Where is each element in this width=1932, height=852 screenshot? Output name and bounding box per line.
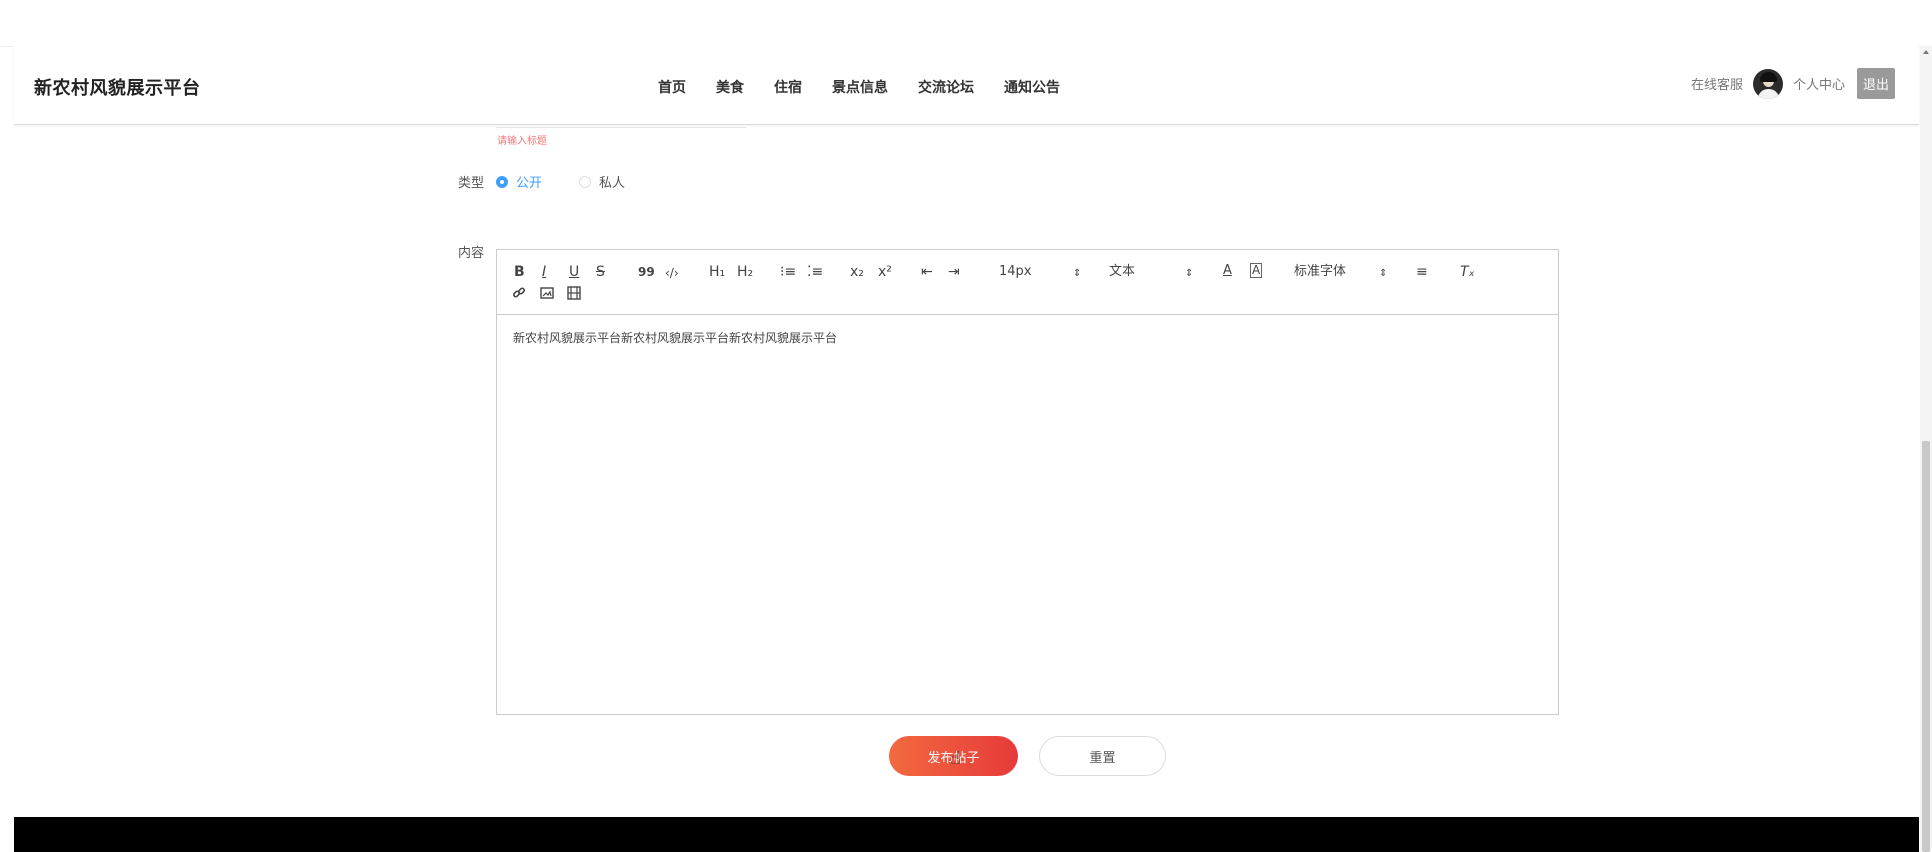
radio-checked-icon [496, 175, 508, 188]
content-label: 内容 [458, 246, 485, 261]
align-icon[interactable]: ≡ [1416, 264, 1428, 280]
page-footer [14, 817, 1919, 852]
logout-button[interactable]: 退出 [1856, 68, 1895, 99]
nav-attractions[interactable]: 景点信息 [832, 77, 888, 97]
site-brand[interactable]: 新农村风貌展示平台 [34, 74, 201, 100]
nav-lodging[interactable]: 住宿 [774, 77, 802, 97]
header-select-arrow-icon[interactable]: ⇕ [1185, 266, 1193, 282]
clear-format-icon[interactable]: Tₓ [1460, 264, 1475, 280]
italic-icon[interactable]: I [542, 264, 546, 280]
online-service-link[interactable]: 在线客服 [1691, 74, 1743, 93]
user-area: 在线客服 个人中心 退出 [1691, 68, 1895, 99]
ordered-list-icon[interactable]: ⁝≡ [780, 264, 796, 280]
image-icon[interactable] [540, 287, 556, 303]
video-icon[interactable] [567, 286, 583, 302]
page-scrollbar[interactable] [1920, 46, 1932, 852]
main-menu: 首页 美食 住宿 景点信息 交流论坛 通知公告 [658, 77, 1090, 97]
title-validation-hint: 请输入标题 [497, 136, 547, 147]
bullet-list-icon[interactable]: ⁚≡ [807, 264, 823, 280]
font-family-select[interactable]: 标准字体 [1294, 264, 1346, 280]
type-radio-private[interactable]: 私人 [579, 172, 625, 191]
avatar[interactable] [1752, 68, 1783, 99]
type-label: 类型 [458, 176, 485, 191]
nav-forum[interactable]: 交流论坛 [918, 77, 974, 97]
scrollbar-thumb[interactable] [1922, 441, 1930, 852]
reset-button[interactable]: 重置 [1039, 736, 1166, 776]
font-size-select[interactable]: 14px [999, 264, 1032, 280]
header-select[interactable]: 文本 [1109, 264, 1135, 280]
type-radio-public[interactable]: 公开 [496, 172, 542, 191]
top-navbar: 新农村风貌展示平台 首页 美食 住宿 景点信息 交流论坛 通知公告 在线客服 个… [14, 46, 1919, 125]
bold-icon[interactable]: B [514, 264, 525, 280]
nav-food[interactable]: 美食 [716, 77, 744, 97]
outdent-icon[interactable]: ⇤ [921, 264, 933, 280]
indent-icon[interactable]: ⇥ [948, 264, 960, 280]
strikethrough-icon[interactable]: S [596, 264, 605, 280]
rich-text-editor: B I U S 99 ‹/› H₁ H₂ ⁝≡ ⁚≡ x₂ x² ⇤ ⇥ 14p… [496, 249, 1559, 715]
blockquote-icon[interactable]: 99 [638, 264, 655, 280]
title-input-underline[interactable] [496, 127, 746, 128]
personal-center-link[interactable]: 个人中心 [1793, 74, 1845, 93]
heading2-icon[interactable]: H₂ [737, 264, 753, 280]
font-family-select-arrow-icon[interactable]: ⇕ [1379, 266, 1387, 282]
link-icon[interactable] [512, 286, 528, 302]
radio-unchecked-icon [579, 175, 591, 188]
font-size-select-arrow-icon[interactable]: ⇕ [1073, 266, 1081, 282]
subscript-icon[interactable]: x₂ [850, 264, 864, 280]
hand-cursor-icon: ☝ [950, 748, 961, 769]
browser-top-area [0, 0, 1932, 47]
editor-content[interactable]: 新农村风貌展示平台新农村风貌展示平台新农村风貌展示平台 [513, 329, 837, 346]
code-icon[interactable]: ‹/› [665, 265, 679, 281]
underline-icon[interactable]: U [569, 264, 579, 280]
nav-home[interactable]: 首页 [658, 77, 686, 97]
text-color-icon[interactable]: A [1223, 263, 1232, 279]
scroll-up-arrow-icon[interactable] [1923, 50, 1929, 54]
background-color-icon[interactable]: A [1250, 263, 1263, 278]
editor-toolbar: B I U S 99 ‹/› H₁ H₂ ⁝≡ ⁚≡ x₂ x² ⇤ ⇥ 14p… [497, 250, 1558, 315]
superscript-icon[interactable]: x² [878, 264, 892, 280]
nav-notices[interactable]: 通知公告 [1004, 77, 1060, 97]
heading1-icon[interactable]: H₁ [709, 264, 725, 280]
